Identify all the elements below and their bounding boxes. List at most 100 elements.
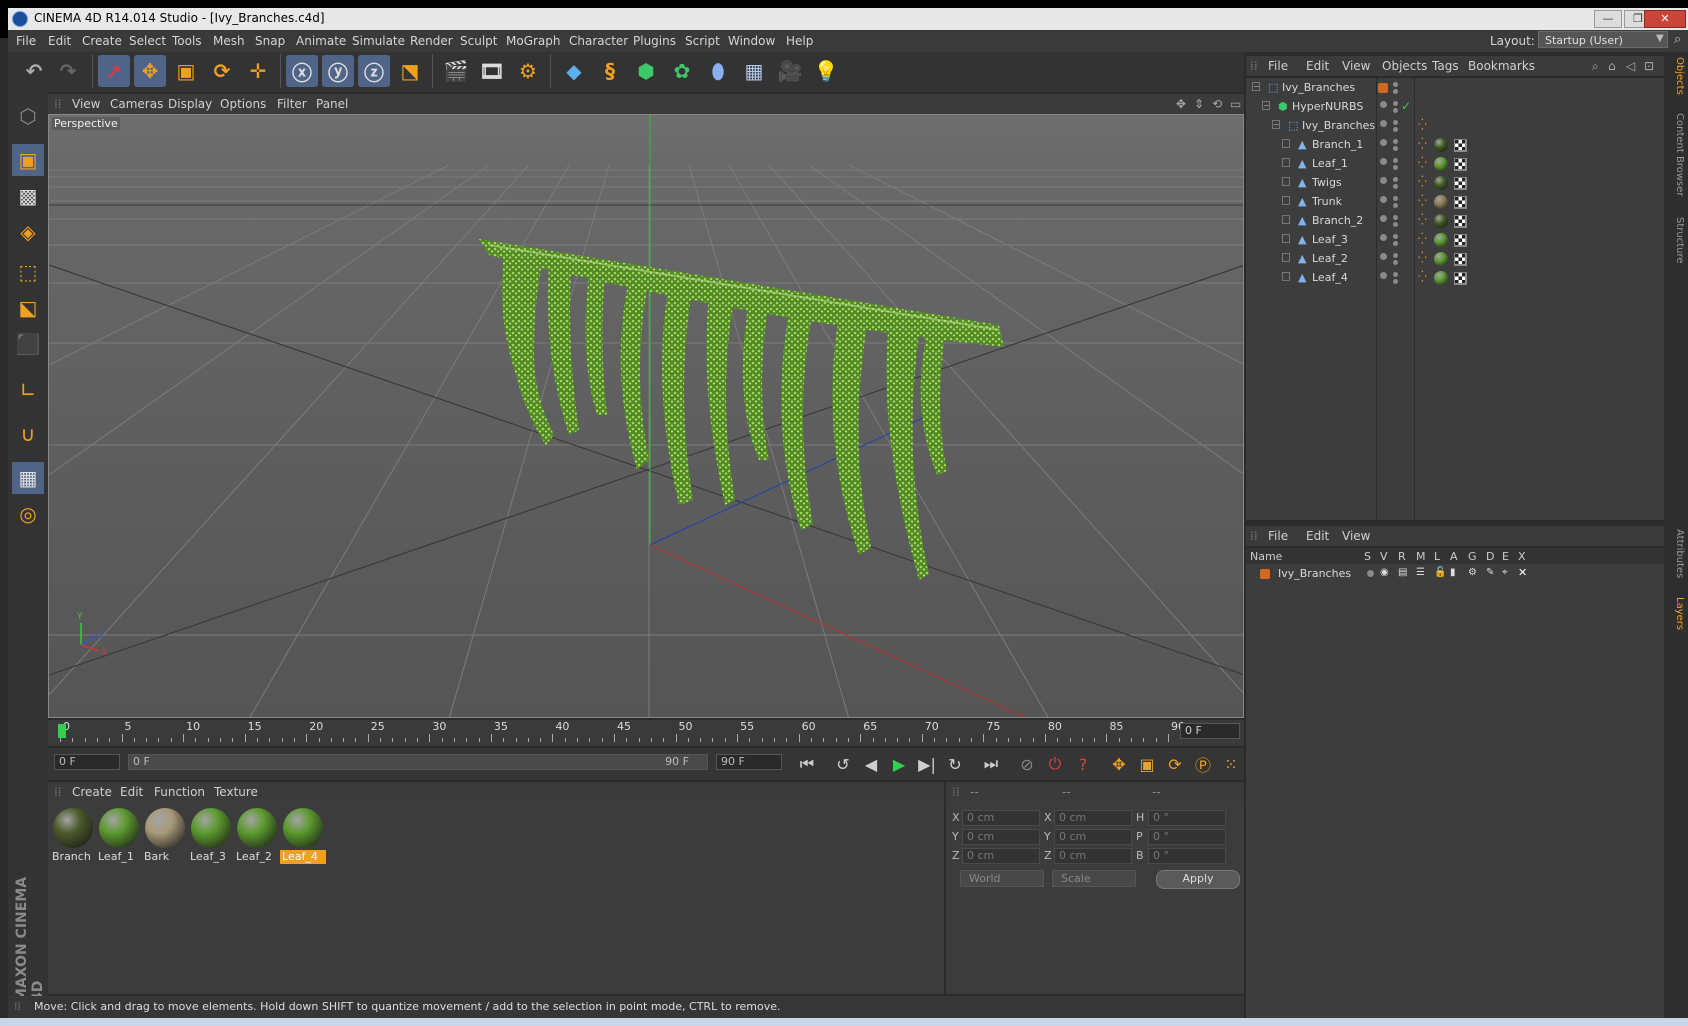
viewport-menu-cameras[interactable]: Cameras — [110, 97, 163, 111]
timeline-ruler[interactable]: 0 5 10 15 20 25 30 35 40 45 50 55 60 65 70 75 80 85 90 0 F — [48, 720, 1244, 746]
texture-tag-icon[interactable] — [1434, 271, 1448, 285]
viewport-rotate-icon[interactable]: ⟲ — [1212, 97, 1222, 111]
size-x-field[interactable]: 0 cm — [1054, 810, 1132, 826]
back-icon[interactable]: ◁ — [1626, 59, 1635, 73]
material-branch[interactable]: Branch — [50, 806, 96, 864]
floor-icon[interactable]: ▦ — [738, 55, 770, 87]
phong-tag-icon[interactable]: ⁛ — [1418, 175, 1427, 188]
go-to-start-icon[interactable]: ⏮ — [794, 752, 820, 776]
rotate-icon[interactable]: ⟳ — [206, 55, 238, 87]
render-visibility-dot[interactable] — [1393, 139, 1398, 144]
render-visibility-dot[interactable] — [1393, 184, 1398, 189]
edges-mode-icon[interactable]: ⬕ — [12, 292, 44, 324]
new-view-icon[interactable]: ⊡ — [1644, 59, 1654, 73]
time-range-slider[interactable]: 0 F 90 F — [128, 754, 708, 770]
key-parameter-icon[interactable]: Ⓟ — [1190, 752, 1216, 776]
workplane-mode-icon[interactable]: ◈ — [12, 216, 44, 248]
current-frame-field[interactable]: 0 F — [1180, 723, 1240, 739]
render-visibility-dot[interactable] — [1393, 196, 1398, 201]
texture-mode-icon[interactable]: ▩ — [12, 180, 44, 212]
render-picture-viewer-icon[interactable]: 🎞 — [476, 55, 508, 87]
menu-file[interactable]: File — [16, 34, 36, 48]
minimize-button[interactable]: — — [1594, 10, 1622, 28]
object-row[interactable]: − ⬚ Ivy_Branches — [1246, 78, 1664, 98]
rotation-h-field[interactable]: 0 ° — [1148, 810, 1226, 826]
tab-content-browser[interactable]: Content Browser — [1667, 108, 1685, 202]
material-menu-edit[interactable]: Edit — [120, 785, 143, 799]
search-icon[interactable]: ⌕ — [1592, 59, 1599, 74]
menu-mesh[interactable]: Mesh — [213, 34, 245, 48]
spline-pen-icon[interactable]: § — [594, 55, 626, 87]
x-axis-lock-icon[interactable]: ⓧ — [286, 55, 318, 87]
material-menu-texture[interactable]: Texture — [214, 785, 258, 799]
render-visibility-dot[interactable] — [1393, 146, 1398, 151]
layer-menu-file[interactable]: File — [1268, 529, 1288, 543]
render-icon[interactable]: ▤ — [1398, 567, 1407, 578]
editor-visibility-dot[interactable] — [1380, 196, 1387, 203]
layer-menu-edit[interactable]: Edit — [1306, 529, 1329, 543]
undo-icon[interactable]: ↶ — [18, 55, 50, 87]
object-name[interactable]: Twigs — [1312, 176, 1342, 189]
key-position-icon[interactable]: ✥ — [1106, 752, 1132, 776]
rotation-p-field[interactable]: 0 ° — [1148, 829, 1226, 845]
editor-visibility-dot[interactable] — [1380, 139, 1387, 146]
record-active-icon[interactable]: ⊘ — [1014, 752, 1040, 776]
texture-tag-icon[interactable] — [1434, 195, 1448, 209]
deformer-icon[interactable]: ✎ — [1486, 567, 1494, 578]
render-visibility-dot[interactable] — [1393, 215, 1398, 220]
render-visibility-dot[interactable] — [1393, 89, 1398, 94]
position-x-field[interactable]: 0 cm — [962, 810, 1040, 826]
render-visibility-dot[interactable] — [1393, 120, 1398, 125]
material-leaf-1[interactable]: Leaf_1 — [96, 806, 142, 864]
object-row[interactable]: ▲ Leaf_3 ⁛ — [1246, 230, 1664, 250]
manager-icon[interactable]: ☰ — [1416, 567, 1425, 578]
play-icon[interactable]: ▶ — [886, 752, 912, 776]
autokey-icon[interactable]: ⏻ — [1042, 752, 1068, 776]
object-name[interactable]: Leaf_3 — [1312, 233, 1348, 246]
object-name[interactable]: Leaf_4 — [1312, 271, 1348, 284]
xref-icon[interactable]: ✕ — [1518, 566, 1527, 579]
object-row[interactable]: ▲ Leaf_1 ⁛ — [1246, 154, 1664, 174]
polygons-mode-icon[interactable]: ⬛ — [12, 328, 44, 360]
editor-visibility-dot[interactable] — [1380, 120, 1387, 127]
object-row[interactable]: ▲ Trunk ⁛ — [1246, 192, 1664, 212]
material-leaf-3[interactable]: Leaf_3 — [188, 806, 234, 864]
texture-tag-icon[interactable] — [1434, 176, 1448, 190]
viewport-menu-panel[interactable]: Panel — [316, 97, 348, 111]
material-menu-create[interactable]: Create — [72, 785, 112, 799]
object-menu-objects[interactable]: Objects — [1382, 59, 1427, 73]
uvw-tag-icon[interactable] — [1454, 139, 1467, 152]
uvw-tag-icon[interactable] — [1454, 234, 1467, 247]
object-menu-view[interactable]: View — [1342, 59, 1370, 73]
object-menu-file[interactable]: File — [1268, 59, 1288, 73]
y-axis-lock-icon[interactable]: ⓨ — [322, 55, 354, 87]
menu-select[interactable]: Select — [129, 34, 166, 48]
uvw-tag-icon[interactable] — [1454, 196, 1467, 209]
perspective-viewport[interactable]: Y Z X Perspective — [48, 114, 1244, 718]
layer-color-swatch[interactable] — [1260, 569, 1270, 579]
phong-tag-icon[interactable]: ⁛ — [1418, 232, 1427, 245]
tab-structure[interactable]: Structure — [1667, 212, 1685, 268]
material-leaf-4[interactable]: Leaf_4 — [280, 806, 326, 864]
redo-icon[interactable]: ↷ — [52, 55, 84, 87]
apply-button[interactable]: Apply — [1156, 870, 1240, 889]
viewport-maximize-icon[interactable]: ▭ — [1230, 97, 1241, 111]
magnet-icon[interactable]: ∪ — [12, 418, 44, 450]
object-row[interactable]: ▲ Leaf_2 ⁛ — [1246, 249, 1664, 269]
menu-mograph[interactable]: MoGraph — [506, 34, 561, 48]
tab-objects[interactable]: Objects — [1667, 54, 1685, 98]
editor-visibility-dot[interactable] — [1380, 253, 1387, 260]
go-to-end-icon[interactable]: ⏭ — [978, 752, 1004, 776]
lock-icon[interactable]: 🔓 — [1434, 567, 1446, 578]
phong-tag-icon[interactable]: ⁛ — [1418, 270, 1427, 283]
home-icon[interactable]: ⌂ — [1608, 59, 1616, 73]
editor-visibility-dot[interactable] — [1380, 101, 1387, 108]
coordinate-mode-dropdown[interactable]: Scale — [1052, 870, 1136, 887]
viewport-menu-options[interactable]: Options — [220, 97, 266, 111]
object-row[interactable]: − ⬢ HyperNURBS ✓ — [1246, 97, 1664, 117]
object-row[interactable]: − ⬚ Ivy_Branches ⁛ — [1246, 116, 1664, 136]
render-visibility-dot[interactable] — [1393, 241, 1398, 246]
axis-mode-icon[interactable]: ∟ — [12, 374, 44, 406]
render-visibility-dot[interactable] — [1393, 253, 1398, 258]
render-visibility-dot[interactable] — [1393, 222, 1398, 227]
